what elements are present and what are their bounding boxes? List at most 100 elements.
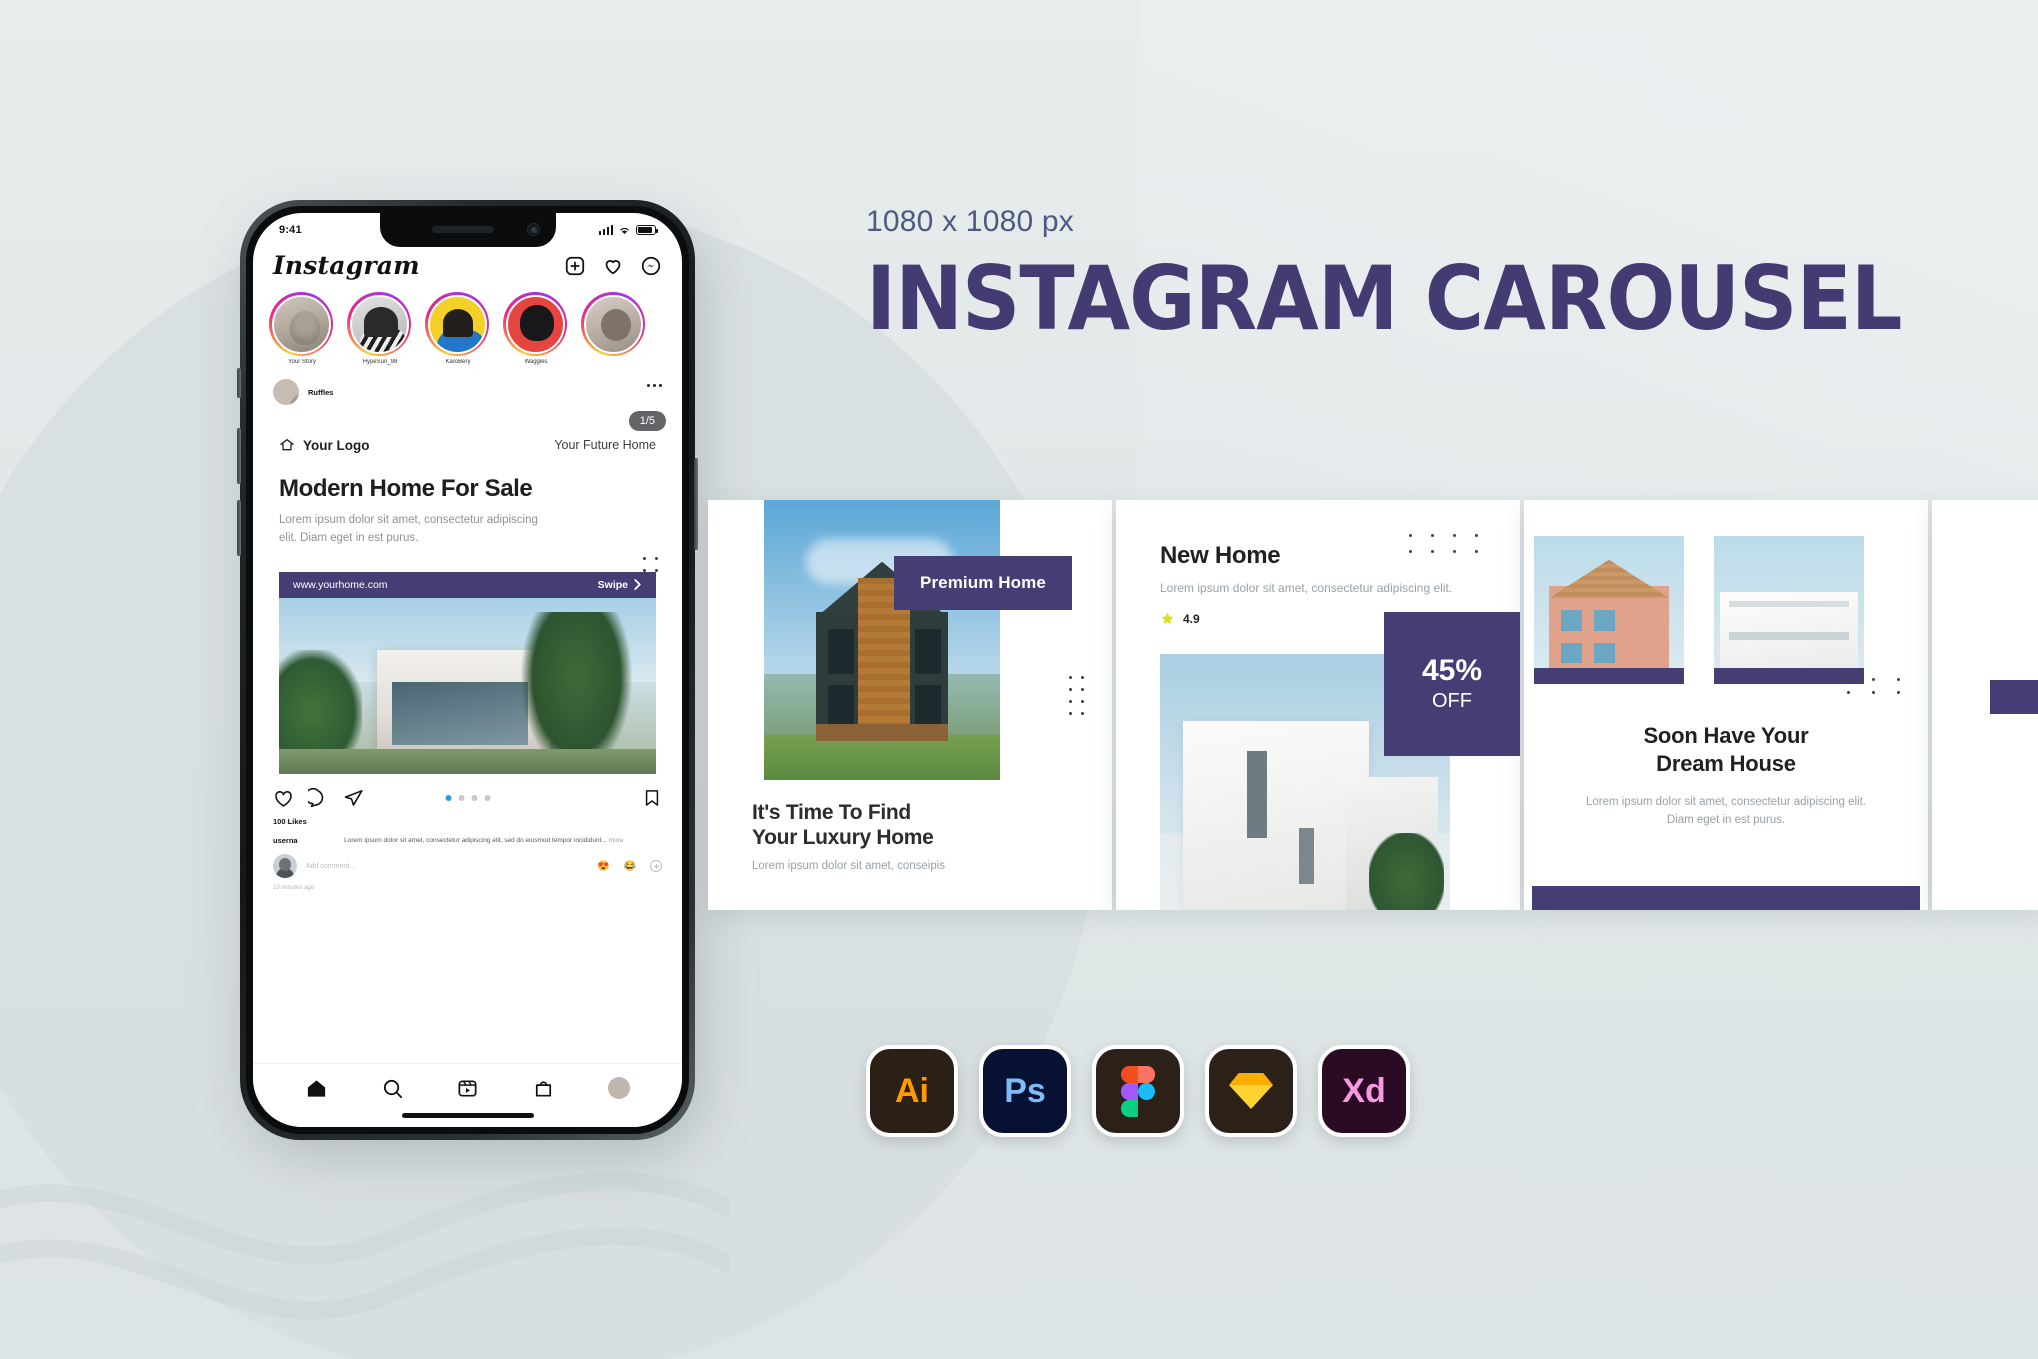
carousel-slide-3[interactable]: Soon Have Your Dream House Lorem ipsum d… [1524,500,1928,910]
website-url: www.yourhome.com [293,578,388,591]
emoji-shortcuts: 😍 😂 [597,860,662,873]
dog-avatar [271,294,331,354]
story-item[interactable]: Waggles [503,292,569,365]
carousel-slide-1[interactable]: Premium Home It's Time To Find Your Luxu… [708,500,1112,910]
phone-bezel: 9:41 Instagram Your Story HypeSun_98 Kar… [246,206,689,1134]
page-dot-active[interactable] [445,795,451,802]
mute-button[interactable] [237,368,241,398]
window-shape [1561,642,1582,664]
brand-row: Your Logo Your Future Home [253,407,682,453]
window-shape [915,628,941,674]
grass-layer [279,749,656,774]
bookmark-icon[interactable] [642,788,662,808]
rating-value: 4.9 [1183,611,1200,626]
slide2-subtitle: Lorem ipsum dolor sit amet, consectetur … [1160,581,1453,595]
window-shape [1299,828,1314,885]
phone-screen: 9:41 Instagram Your Story HypeSun_98 Kar… [253,213,682,1127]
story-ring [503,292,567,356]
comment-input[interactable]: Add comment... [306,863,588,870]
phone-mockup: 9:41 Instagram Your Story HypeSun_98 Kar… [237,200,700,1160]
likes-count: 100 Likes [273,816,307,826]
share-icon[interactable] [343,788,364,809]
url-bar[interactable]: www.yourhome.com Swipe [279,571,656,598]
slide3-title-line2: Dream House [1656,751,1796,777]
post-header: Ruffles [253,371,682,407]
bottom-tab-bar[interactable] [253,1063,682,1127]
post-avatar[interactable] [273,379,299,405]
balcony-shape [1729,632,1849,640]
swipe-label: Swipe [597,578,628,591]
page-dot[interactable] [458,795,464,802]
page-dot[interactable] [484,795,490,802]
battery-icon [636,225,658,235]
window-shape [1594,642,1615,664]
plus-square-icon[interactable] [564,255,586,277]
story-item[interactable]: HypeSun_98 [347,292,413,365]
volume-down-button[interactable] [237,500,241,556]
instagram-logo: Instagram [273,251,420,280]
illustrator-icon[interactable]: Ai [866,1045,958,1137]
messenger-icon[interactable] [640,255,662,277]
slide3-subtitle: Lorem ipsum dolor sit amet, consectetur … [1586,796,1866,827]
carousel-slide-4[interactable] [1932,500,2038,910]
caption-more-link[interactable]: more [609,837,624,844]
post-hero-image [279,597,656,774]
carousel-counter: 1/5 [628,411,666,431]
comment-icon[interactable] [308,787,329,809]
story-label: KaroBery [445,359,471,365]
headline-block: 1080 x 1080 px INSTAGRAM CAROUSEL [866,205,1992,343]
story-item[interactable]: KaroBery [425,292,491,365]
discount-label: OFF [1432,689,1472,712]
volume-up-button[interactable] [237,428,241,484]
front-camera-icon [526,223,540,236]
power-button[interactable] [694,458,698,550]
house-mass [1183,720,1369,910]
slide3-photo-left [1534,536,1684,684]
more-options-icon[interactable] [647,384,662,387]
figma-icon[interactable] [1092,1045,1184,1137]
chevron-right-icon [634,579,641,591]
adobe-xd-icon[interactable]: Xd [1318,1045,1410,1137]
action-icons [273,787,364,809]
phone-frame: 9:41 Instagram Your Story HypeSun_98 Kar… [237,200,698,1140]
slide1-photo [764,500,1000,780]
comment-row[interactable]: Add comment... 😍 😂 [253,845,682,879]
like-icon[interactable] [273,788,294,809]
comment-avatar [273,854,297,879]
emoji-heart-eyes[interactable]: 😍 [597,861,609,872]
decorative-dots [1069,676,1084,715]
profile-avatar[interactable] [607,1077,630,1099]
caption-username[interactable]: userna [273,836,298,845]
carousel-page-dots[interactable] [445,795,490,802]
story-label: Your Story [288,359,316,365]
page-dot[interactable] [471,795,477,802]
signal-icon [598,225,613,235]
story-item[interactable]: Your Story [269,292,335,365]
reels-icon[interactable] [456,1077,479,1100]
post-caption: userna Lorem ipsum dolor sit amet, conse… [253,826,682,846]
shop-icon[interactable] [532,1077,555,1100]
notch [379,213,556,247]
home-icon[interactable] [305,1077,328,1100]
lawn-layer [764,735,1000,780]
search-icon[interactable] [381,1077,404,1100]
sketch-icon[interactable] [1205,1045,1297,1137]
story-item[interactable] [581,292,647,365]
carousel-slide-2[interactable]: New Home Lorem ipsum dolor sit amet, con… [1116,500,1520,910]
size-label: 1080 x 1080 px [866,205,1074,238]
slide3-bottom-bar [1532,886,1920,910]
heart-icon[interactable] [602,255,624,277]
swipe-button[interactable]: Swipe [598,579,642,591]
status-time: 9:41 [279,224,302,236]
slide4-accent-bar [1990,680,2038,714]
house-icon [280,439,294,451]
emoji-laughing[interactable]: 😂 [624,861,636,872]
post-username[interactable]: Ruffles [308,388,333,397]
premium-home-badge: Premium Home [894,556,1072,610]
photoshop-icon[interactable]: Ps [979,1045,1071,1137]
plus-circle-icon[interactable] [650,860,662,873]
decorative-dots [643,557,658,572]
story-ring [347,292,411,356]
caption-body: Lorem ipsum dolor sit amet, consectetur … [344,836,607,844]
stories-row[interactable]: Your Story HypeSun_98 KaroBery Waggles [253,288,682,371]
